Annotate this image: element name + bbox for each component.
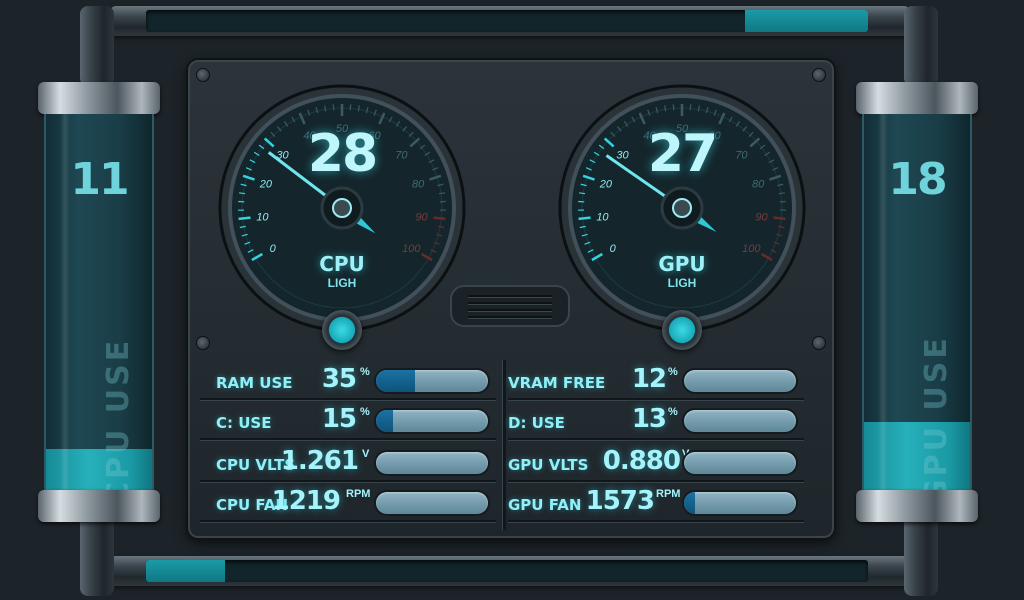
stat-unit: % [668,366,678,378]
stat-bar [376,410,488,432]
screw-icon [812,68,826,82]
right-pipe-upper [904,6,938,86]
stat-gpu-vlts: GPU VLTS 0.880 V [508,444,804,482]
stat-value: 1573 [585,486,655,516]
stat-value: 15 [321,404,357,434]
stat-label: GPU FAN [508,496,582,514]
stat-bar-fill [684,492,696,514]
left-pipe-upper [80,6,114,86]
stat-label: D: USE [508,414,565,432]
bottom-pipe-gauge [146,560,868,582]
gpu-gauge-dial: 0102030405060708090100 [558,84,806,332]
cpu-use-label: CPU USE [101,337,136,490]
gauge-hub-cap [332,198,352,218]
stat-bar-fill [376,410,393,432]
stat-value: 13 [631,404,667,434]
gauge-tick [349,104,352,111]
stat-unit: % [668,406,678,418]
gauge-tick-label: 10 [596,211,609,223]
stat-bar [376,370,488,392]
stat-bar [376,492,488,514]
stat-unit: V [362,448,370,460]
stat-vram-free: VRAM FREE 12 % [508,362,804,400]
tube-cap-bottom [856,490,978,522]
gauge-tick [689,104,692,111]
gpu-gauge-knob[interactable] [662,310,702,350]
stat-value: 0.880 [602,446,681,476]
cpu-gauge: 0 10 20 30 40 50 60 70 80 90 100 28 CPU LIGH [218,84,466,332]
right-pipe-lower [904,516,938,596]
stat-cpu-fan: CPU FAN 1219 RPM [200,484,496,522]
screw-icon [196,336,210,350]
stat-unit: % [360,366,370,378]
screw-icon [196,68,210,82]
gpu-use-tube: 18 GPU USE [856,82,978,522]
gauge-tick [773,216,786,221]
cpu-use-tube: 11 CPU USE [38,82,160,522]
gpu-gauge-subtitle: LIGH [667,276,697,290]
gauge-tick [672,104,675,111]
gauge-tick-label: 10 [256,211,269,223]
stat-label: C: USE [216,414,272,432]
gauge-tick [433,216,446,221]
stat-gpu-fan: GPU FAN 1573 RPM [508,484,804,522]
stat-bar [684,452,796,474]
cpu-gauge-knob[interactable] [322,310,362,350]
stats-divider [502,360,506,530]
stat-value: 12 [631,364,667,394]
stat-label: GPU VLTS [508,456,589,474]
stat-value: 1219 [271,486,341,516]
vent-grille [450,285,570,327]
stat-label: RAM USE [216,374,293,392]
stat-c-use: C: USE 15 % [200,402,496,440]
top-pipe-gauge [146,10,868,32]
cpu-gauge-title: CPU [319,252,365,276]
stat-unit: % [360,406,370,418]
tube-liquid [46,448,152,490]
stat-ram-use: RAM USE 35 % [200,362,496,400]
stat-label: VRAM FREE [508,374,606,392]
bottom-pipe-fill [146,560,226,582]
tube-glass: 18 GPU USE [862,114,972,490]
cpu-gauge-subtitle: LIGH [327,276,357,290]
stat-value: 1.261 [280,446,359,476]
stat-bar [684,492,796,514]
cpu-gauge-dial: 0102030405060708090100 [218,84,466,332]
gpu-use-value: 18 [888,154,947,205]
gauge-tick [238,216,251,221]
stat-unit: RPM [656,488,681,500]
stat-bar [376,452,488,474]
stat-value: 35 [321,364,357,394]
tube-cap-top [38,82,160,114]
stat-d-use: D: USE 13 % [508,402,804,440]
gauge-hub-cap [672,198,692,218]
gpu-gauge-title: GPU [658,252,706,276]
cpu-gauge-value: 28 [307,124,378,184]
gauge-tick [578,216,591,221]
gpu-use-label: GPU USE [919,335,954,490]
tube-glass: 11 CPU USE [44,114,154,490]
stat-cpu-vlts: CPU VLTS 1.261 V [200,444,496,482]
top-pipe-fill [745,10,868,32]
stat-bar-fill [376,370,416,392]
tube-liquid [864,422,970,490]
stat-bar [684,370,796,392]
gauge-tick-label: 90 [415,211,428,223]
left-pipe-lower [80,516,114,596]
screw-icon [812,336,826,350]
cpu-use-value: 11 [70,154,129,205]
tube-cap-bottom [38,490,160,522]
stat-unit: RPM [346,488,371,500]
gauge-tick [332,104,335,111]
stats-panel: RAM USE 35 % C: USE 15 % CPU VLTS 1.261 … [200,360,808,530]
tube-cap-top [856,82,978,114]
gauge-tick-label: 90 [755,211,768,223]
stat-bar [684,410,796,432]
gpu-gauge: 0 10 20 30 40 50 60 70 80 90 100 27 GPU LIGH [558,84,806,332]
gpu-gauge-value: 27 [647,124,718,184]
